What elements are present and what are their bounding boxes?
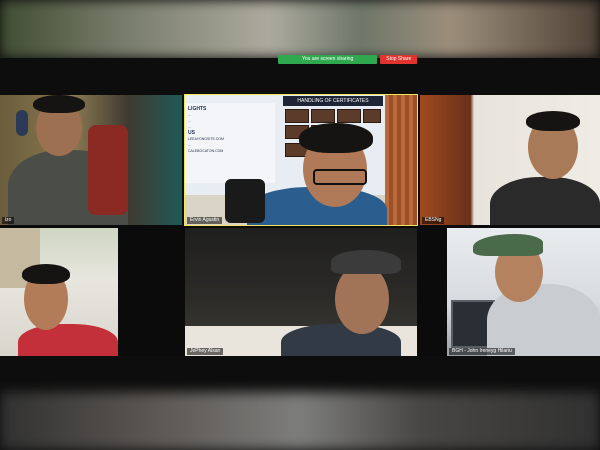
person-head <box>335 264 389 334</box>
headphone-icon <box>16 110 28 136</box>
person-hair <box>299 123 373 153</box>
blurred-background-bottom <box>0 392 600 450</box>
person-body <box>18 324 118 356</box>
person-hair <box>22 264 70 284</box>
cap-icon <box>331 250 401 274</box>
board-title: HANDLING OF CERTIFICATES <box>283 96 383 106</box>
certificate-photo <box>285 109 309 123</box>
participant-name: EBSNg <box>422 217 445 224</box>
person-body <box>490 177 600 225</box>
eyeglasses-icon <box>313 169 367 185</box>
screen-share-bar: You are screen sharing Stop Share <box>278 55 418 64</box>
participant-tile-5[interactable]: JePhey Alsan <box>185 228 417 356</box>
participant-name: izo <box>2 217 15 224</box>
stop-share-button[interactable]: Stop Share <box>380 55 418 64</box>
cap-icon <box>473 234 543 256</box>
participant-name: BGH - John Ireneyg Hilariu <box>449 348 515 355</box>
participant-tile-1[interactable]: izo <box>0 95 182 225</box>
bottom-dark-strip <box>0 356 600 392</box>
certificate-photo <box>311 109 335 123</box>
participant-tile-6[interactable]: BGH - John Ireneyg Hilariu <box>447 228 600 356</box>
chair <box>88 125 128 215</box>
board-text: LIGHTS ... ... ... US LEEAYONGSITE.COM .… <box>185 103 275 183</box>
chair <box>225 179 265 223</box>
participant-tile-3[interactable]: EBSNg <box>420 95 600 225</box>
curtain <box>385 95 417 225</box>
certificate-photo <box>363 109 381 123</box>
person-hair <box>33 95 85 113</box>
certificate-photo <box>337 109 361 123</box>
participant-tile-2-active-speaker[interactable]: HANDLING OF CERTIFICATES LIGHTS ... ... … <box>184 94 418 226</box>
participant-name: Ervin Agustin <box>187 217 223 224</box>
participant-tile-4[interactable] <box>0 228 118 356</box>
participant-name: JePhey Alsan <box>187 348 224 355</box>
board-line: CALEBOCATON.COM <box>188 149 224 153</box>
person-body <box>281 324 401 356</box>
person-hair <box>526 111 580 131</box>
share-status-label: You are screen sharing <box>278 55 378 64</box>
blurred-background-top <box>0 0 600 58</box>
